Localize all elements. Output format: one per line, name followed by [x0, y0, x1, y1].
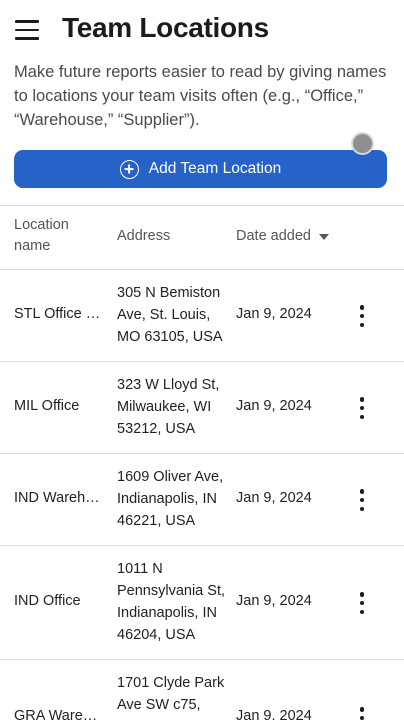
address-line: 1609 Oliver Ave,	[117, 469, 224, 485]
date-added-label: Date added	[236, 228, 311, 244]
address-line: Ave SW c75,	[117, 697, 201, 713]
kebab-dot	[359, 506, 365, 511]
address-line: 46204, USA	[117, 627, 196, 643]
menu-bar	[15, 37, 39, 40]
add-team-location-button[interactable]: Add Team Location	[14, 150, 387, 188]
kebab-dot	[359, 609, 365, 614]
kebab-dot	[359, 497, 365, 503]
address-line: 323 W Lloyd St,	[117, 377, 220, 393]
more-vertical-icon[interactable]	[352, 705, 372, 720]
page-description: Make future reports easier to read by gi…	[14, 63, 387, 129]
table-row[interactable]: IND Office 1011 N Pennsylvania St, India…	[0, 546, 404, 660]
more-vertical-icon[interactable]	[352, 590, 372, 616]
date-added: Jan 9, 2024	[236, 398, 312, 414]
location-name: GRA Wareh…	[14, 708, 104, 720]
address-line: MO 63105, USA	[117, 329, 223, 345]
caret-down-icon	[318, 234, 329, 240]
table-header: Location name Address Date added	[0, 206, 404, 270]
address-line: 1011 N	[117, 561, 163, 577]
location-name: MIL Office	[14, 398, 80, 414]
table-row[interactable]: IND Wareho… 1609 Oliver Ave, Indianapoli…	[0, 454, 404, 546]
add-team-location-label: Add Team Location	[148, 160, 282, 177]
address-line: Milwaukee, WI	[117, 399, 212, 415]
date-added: Jan 9, 2024	[236, 593, 312, 609]
location-name: IND Wareho…	[14, 490, 104, 506]
date-added: Jan 9, 2024	[236, 490, 312, 506]
address-line: 46221, USA	[117, 513, 196, 529]
location-address: 1701 Clyde Park Ave SW c75,	[117, 672, 232, 716]
location-address: 323 W Lloyd St, Milwaukee, WI 53212, USA	[117, 374, 232, 440]
address-line: Pennsylvania St,	[117, 583, 226, 599]
kebab-dot	[359, 715, 365, 720]
date-added: Jan 9, 2024	[236, 306, 312, 322]
column-header-location-name: Location name	[14, 217, 69, 254]
kebab-dot	[359, 313, 365, 319]
address-line: Indianapolis, IN	[117, 605, 217, 621]
address-line: 1701 Clyde Park	[117, 675, 225, 691]
column-header-address: Address	[117, 228, 171, 244]
more-vertical-icon[interactable]	[352, 487, 372, 513]
location-address: 1011 N Pennsylvania St, Indianapolis, IN…	[117, 558, 232, 646]
team-locations-screen: Team Locations Make future reports easie…	[0, 0, 404, 720]
kebab-dot	[359, 305, 365, 310]
kebab-dot	[359, 405, 365, 411]
kebab-dot	[359, 592, 365, 597]
hamburger-menu-icon[interactable]	[12, 18, 42, 42]
menu-bar	[15, 28, 39, 32]
kebab-dot	[359, 322, 365, 327]
drag-handle[interactable]	[351, 132, 374, 155]
location-address: 305 N Bemiston Ave, St. Louis, MO 63105,…	[117, 282, 232, 348]
column-header-date-added[interactable]: Date added	[236, 226, 329, 247]
location-name: STL Office (…	[14, 306, 104, 322]
address-line: Indianapolis, IN	[117, 491, 217, 507]
header: Team Locations	[0, 0, 404, 62]
page-title: Team Locations	[62, 12, 269, 43]
location-name: IND Office	[14, 593, 81, 609]
date-added: Jan 9, 2024	[236, 708, 312, 720]
kebab-dot	[359, 489, 365, 494]
table-row[interactable]: MIL Office 323 W Lloyd St, Milwaukee, WI…	[0, 362, 404, 454]
table-row[interactable]: STL Office (… 305 N Bemiston Ave, St. Lo…	[0, 270, 404, 362]
kebab-dot	[359, 707, 365, 712]
more-vertical-icon[interactable]	[352, 395, 372, 421]
address-line: 53212, USA	[117, 421, 196, 437]
location-address: 1609 Oliver Ave, Indianapolis, IN 46221,…	[117, 466, 232, 532]
menu-bar	[15, 20, 39, 23]
kebab-dot	[359, 414, 365, 419]
plus-circle-icon	[119, 159, 139, 179]
table-row[interactable]: GRA Wareh… 1701 Clyde Park Ave SW c75, J…	[0, 660, 404, 720]
address-line: Ave, St. Louis,	[117, 307, 211, 323]
kebab-dot	[359, 397, 365, 402]
more-vertical-icon[interactable]	[352, 303, 372, 329]
address-line: 305 N Bemiston	[117, 285, 221, 301]
kebab-dot	[359, 600, 365, 606]
